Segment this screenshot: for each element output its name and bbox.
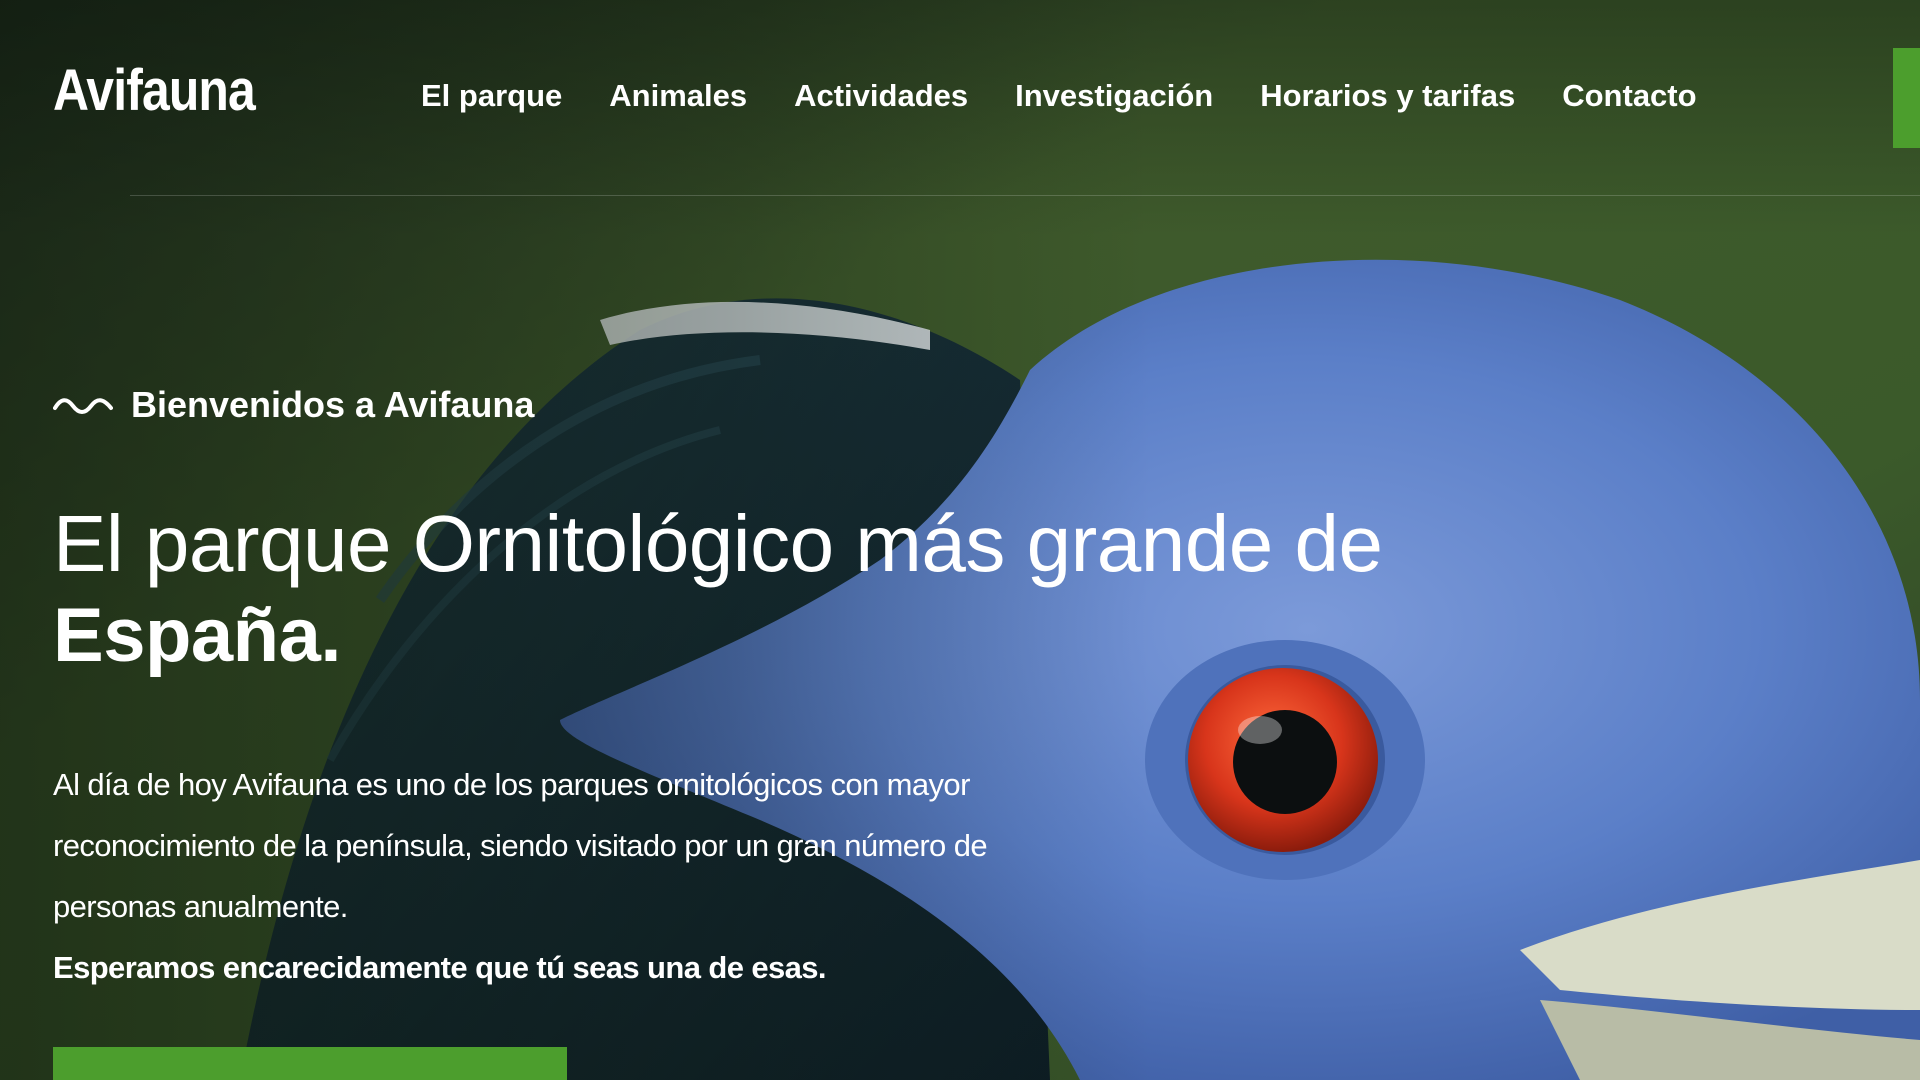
- nav-item-animales[interactable]: Animales: [609, 75, 747, 117]
- hero-description: Al día de hoy Avifauna es uno de los par…: [53, 754, 1103, 998]
- hero-description-line-3: personas anualmente.: [53, 889, 348, 924]
- site-logo[interactable]: Avifauna: [53, 62, 256, 120]
- wave-icon: [53, 398, 113, 414]
- hero-description-emphasis: Esperamos encarecidamente que tú seas un…: [53, 950, 827, 985]
- header-divider: [130, 195, 1920, 196]
- hero-cta-button[interactable]: [53, 1047, 567, 1080]
- nav-item-contacto[interactable]: Contacto: [1562, 75, 1696, 117]
- nav-item-el-parque[interactable]: El parque: [421, 75, 562, 117]
- nav-item-investigacion[interactable]: Investigación: [1015, 75, 1213, 117]
- hero-title-line-2: España.: [53, 593, 341, 678]
- nav-item-actividades[interactable]: Actividades: [794, 75, 968, 117]
- hero-title-line-1: El parque Ornitológico más grande de: [53, 499, 1383, 588]
- nav-item-horarios-y-tarifas[interactable]: Horarios y tarifas: [1260, 75, 1515, 117]
- hero-eyebrow-text: Bienvenidos a Avifauna: [131, 384, 535, 425]
- main-navigation: El parque Animales Actividades Investiga…: [421, 75, 1697, 117]
- hero-description-line-2: reconocimiento de la península, siendo v…: [53, 828, 988, 863]
- site-header: Avifauna El parque Animales Actividades …: [0, 0, 1920, 196]
- hero-title: El parque Ornitológico más grande de Esp…: [53, 498, 1383, 682]
- hero-eyebrow: Bienvenidos a Avifauna: [53, 383, 534, 427]
- hero-description-line-1: Al día de hoy Avifauna es uno de los par…: [53, 767, 970, 802]
- header-cta-button[interactable]: [1893, 48, 1920, 148]
